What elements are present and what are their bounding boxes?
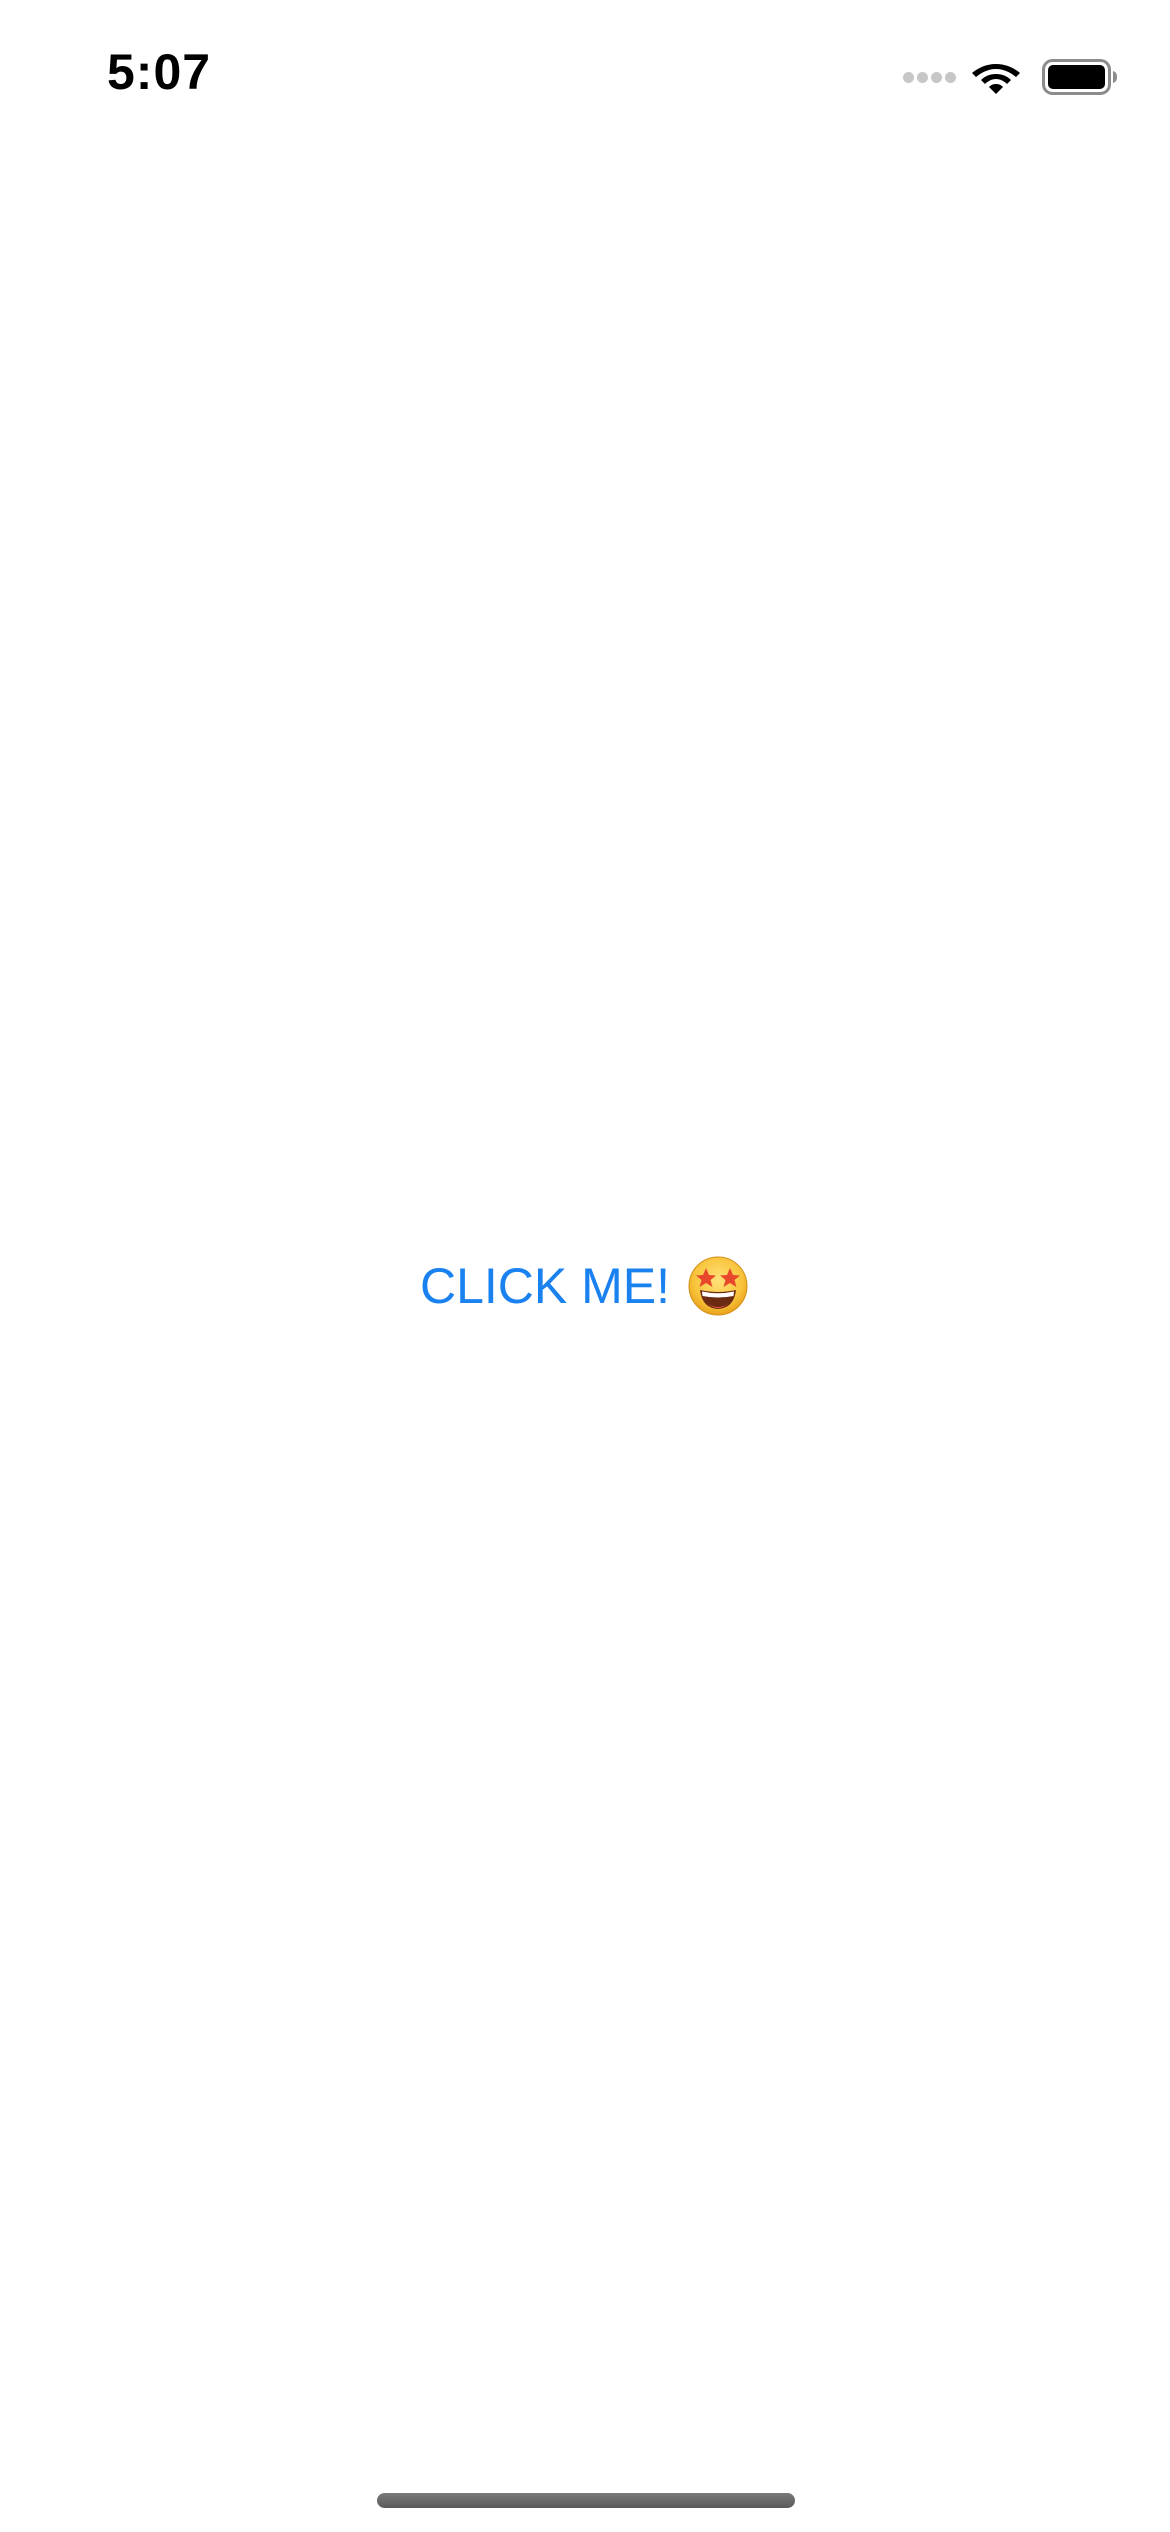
status-icons xyxy=(900,52,1118,102)
battery-icon xyxy=(1042,59,1117,95)
app-screen: 5:07 CLICK ME! xyxy=(0,0,1170,2532)
click-me-label: CLICK ME! xyxy=(419,1258,671,1314)
click-me-button[interactable]: CLICK ME! xyxy=(0,1246,1170,1326)
status-bar: 5:07 xyxy=(0,0,1170,150)
wifi-icon xyxy=(972,64,1020,94)
star-struck-emoji-icon xyxy=(688,1256,748,1316)
cellular-signal-icon xyxy=(900,71,956,83)
home-indicator[interactable] xyxy=(377,2493,795,2508)
status-time: 5:07 xyxy=(107,44,212,100)
